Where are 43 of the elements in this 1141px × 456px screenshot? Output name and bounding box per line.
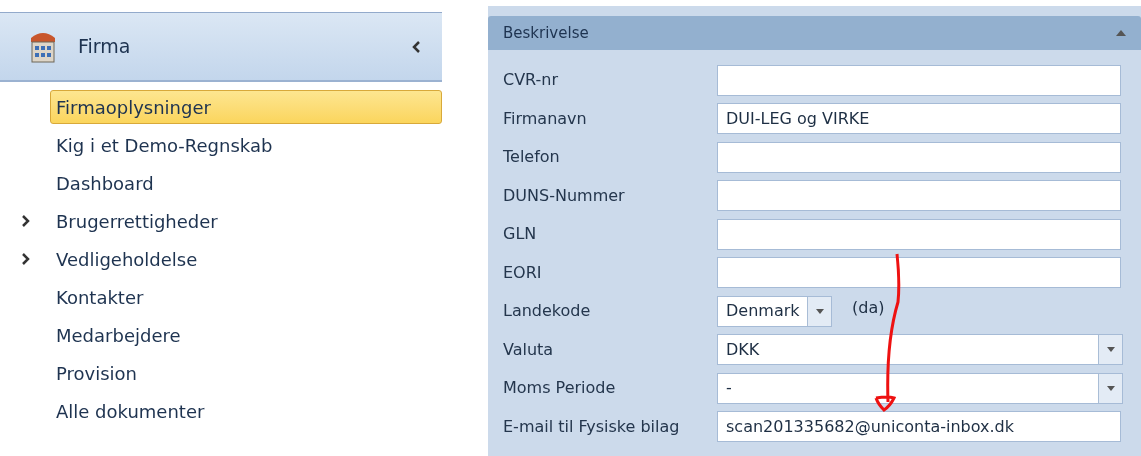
field-label: DUNS-Nummer bbox=[503, 184, 626, 207]
collapse-icon[interactable] bbox=[412, 40, 420, 53]
field-label: EORI bbox=[503, 261, 543, 284]
nav-item[interactable]: Medarbejdere bbox=[50, 318, 442, 352]
section-title: Firma bbox=[78, 34, 132, 60]
field-label: E-mail til Fysiske bilag bbox=[503, 415, 681, 438]
expand-icon[interactable] bbox=[22, 253, 30, 265]
field-label: Valuta bbox=[503, 338, 555, 361]
panel-header[interactable]: Beskrivelse bbox=[488, 16, 1141, 50]
language-code: (da) bbox=[852, 297, 885, 320]
text-field[interactable] bbox=[717, 180, 1121, 212]
nav-item[interactable]: Kontakter bbox=[50, 280, 442, 314]
field-label: Moms Periode bbox=[503, 377, 617, 400]
field-label: Telefon bbox=[503, 146, 561, 169]
nav-item[interactable]: Kig i et Demo-Regnskab bbox=[50, 128, 442, 162]
caret-icon bbox=[815, 308, 824, 314]
dropdown-field[interactable]: DKK bbox=[717, 334, 1123, 366]
text-field[interactable]: scan201335682@uniconta-inbox.dk bbox=[717, 411, 1121, 443]
expand-icon[interactable] bbox=[22, 215, 30, 227]
field-label: Landekode bbox=[503, 300, 592, 323]
text-field[interactable]: DUI-LEG og VIRKE bbox=[717, 103, 1121, 135]
text-field[interactable] bbox=[717, 257, 1121, 289]
text-field[interactable] bbox=[717, 64, 1121, 96]
nav-item[interactable]: Vedligeholdelse bbox=[50, 242, 442, 276]
field-label: Firmanavn bbox=[503, 107, 588, 130]
dropdown-field[interactable]: - bbox=[717, 372, 1123, 404]
nav-item[interactable]: Firmaoplysninger bbox=[50, 90, 442, 124]
dropdown-button[interactable] bbox=[1098, 335, 1122, 365]
nav-item[interactable]: Provision bbox=[50, 356, 442, 390]
caret-icon bbox=[1106, 347, 1115, 353]
dropdown-button[interactable] bbox=[1098, 373, 1122, 403]
nav-item[interactable]: Alle dokumenter bbox=[50, 394, 442, 428]
field-label: GLN bbox=[503, 223, 538, 246]
section-header[interactable]: Firma bbox=[0, 12, 442, 82]
panel-title: Beskrivelse bbox=[503, 22, 590, 44]
nav-item[interactable]: Dashboard bbox=[50, 166, 442, 200]
text-field[interactable] bbox=[717, 218, 1121, 250]
caret-icon bbox=[1106, 385, 1115, 391]
nav-item[interactable]: Brugerrettigheder bbox=[50, 204, 442, 238]
text-field[interactable] bbox=[717, 141, 1121, 173]
dropdown-button[interactable] bbox=[807, 296, 831, 326]
field-label: CVR-nr bbox=[503, 69, 560, 92]
dropdown-field[interactable]: Denmark bbox=[717, 295, 832, 327]
